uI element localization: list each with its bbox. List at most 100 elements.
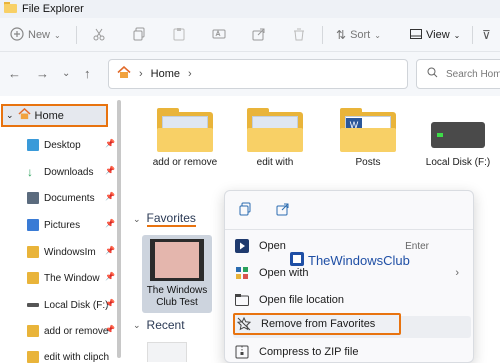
open-with-icon <box>233 266 251 280</box>
favorites-header: Favorites <box>146 211 196 227</box>
pin-icon: 📌 <box>105 246 115 255</box>
plus-circle-icon <box>10 26 24 44</box>
play-icon <box>233 239 251 253</box>
cut-button[interactable] <box>92 18 106 52</box>
rename-icon <box>212 27 226 44</box>
sidebar-item-thewindow[interactable]: The Window 📌 <box>27 268 115 288</box>
watermark: TheWindowsClub <box>290 252 410 269</box>
divider <box>472 26 473 44</box>
menu-item-open-file-location[interactable]: Open file location <box>233 289 471 311</box>
folder-icon <box>233 294 251 306</box>
home-icon <box>117 65 131 82</box>
paste-button[interactable] <box>172 18 186 52</box>
sort-label: Sort <box>350 29 371 41</box>
copy-button[interactable] <box>132 18 146 52</box>
sidebar-item-label: Documents <box>44 192 95 204</box>
sidebar-item-label: Home <box>34 109 64 122</box>
folder-icon <box>157 108 213 152</box>
favorites-section-header[interactable]: ⌄ Favorites <box>133 211 196 227</box>
recent-section-header[interactable]: ⌄ Recent <box>133 318 185 332</box>
document-icon <box>27 192 39 204</box>
quick-access-label: Posts <box>355 157 381 168</box>
sort-icon: ⇅ <box>336 28 347 42</box>
sidebar-item-label: WindowsIm <box>44 246 96 258</box>
pin-icon: 📌 <box>105 299 115 308</box>
chevron-down-icon: ⌄ <box>133 319 141 330</box>
sidebar-item-windowsim[interactable]: WindowsIm 📌 <box>27 242 115 262</box>
chevron-down-icon: ⌄ <box>133 213 141 224</box>
chevron-down-icon: ⌄ <box>374 30 381 40</box>
copy-button[interactable] <box>233 199 257 221</box>
up-arrow-icon[interactable]: ↑ <box>84 66 91 81</box>
quick-access-label: edit with <box>256 157 294 168</box>
pin-icon: 📌 <box>105 272 115 281</box>
sidebar-item-downloads[interactable]: ↓ Downloads 📌 <box>27 162 115 182</box>
sidebar-item-label: Desktop <box>44 139 81 151</box>
video-thumbnail-icon <box>150 239 204 281</box>
scissors-icon <box>92 27 106 44</box>
back-arrow-icon[interactable]: ← <box>8 66 21 81</box>
folder-icon <box>27 246 39 258</box>
menu-item-remove-from-favorites[interactable]: Remove from Favorites <box>233 313 401 335</box>
context-menu: Open Enter Open with › Open file locatio… <box>224 190 474 363</box>
rename-button[interactable] <box>212 18 226 52</box>
recent-file-thumbnail[interactable] <box>147 342 187 362</box>
filter-icon: ⊽ <box>482 28 491 42</box>
divider <box>225 229 473 230</box>
quick-access-label: Local Disk (F:) <box>425 157 491 168</box>
chevron-down-icon: ⌄ <box>453 30 461 40</box>
sidebar-item-pictures[interactable]: Pictures 📌 <box>27 215 115 235</box>
address-bar[interactable]: › Home › <box>108 59 408 89</box>
title-bar: File Explorer <box>0 0 500 18</box>
sidebar-item-edit-with[interactable]: edit with clipch <box>27 347 115 363</box>
desktop-icon <box>27 139 39 151</box>
navigation-pane: ⌄ Home Desktop 📌 ↓ Downloads 📌 Documents… <box>0 96 125 363</box>
search-icon <box>427 67 438 81</box>
share-button[interactable] <box>252 18 266 52</box>
favorite-item-label: The Windows Club Test <box>146 285 208 308</box>
filter-button[interactable]: ⊽ <box>482 18 491 52</box>
folder-icon <box>27 325 39 337</box>
menu-item-accelerator: Enter <box>405 240 429 252</box>
sidebar-scrollbar[interactable] <box>117 100 121 358</box>
favorite-item[interactable]: The Windows Club Test <box>142 235 212 313</box>
share-button[interactable] <box>271 199 295 221</box>
breadcrumb-separator-icon: › <box>139 68 143 80</box>
menu-item-compress-zip[interactable]: Compress to ZIP file <box>233 341 471 363</box>
new-button[interactable]: New ⌄ <box>10 18 61 52</box>
folder-icon <box>27 272 39 284</box>
menu-item-label: Remove from Favorites <box>261 318 376 330</box>
breadcrumb-home[interactable]: Home <box>151 68 180 80</box>
divider <box>322 26 323 44</box>
sidebar-item-local-disk[interactable]: Local Disk (F:) 📌 <box>27 295 115 315</box>
chevron-down-icon[interactable]: ⌄ <box>62 68 70 79</box>
sidebar-item-documents[interactable]: Documents 📌 <box>27 188 115 208</box>
chevron-right-icon: › <box>455 267 459 279</box>
sort-button[interactable]: ⇅ Sort ⌄ <box>336 18 381 52</box>
window-title: File Explorer <box>22 3 84 15</box>
sidebar-item-label: edit with clipch <box>44 351 110 363</box>
copy-icon <box>238 202 252 219</box>
sidebar-item-label: Downloads <box>44 166 94 178</box>
chevron-down-icon: ⌄ <box>54 30 61 40</box>
drive-icon <box>27 303 39 307</box>
sidebar-item-home[interactable]: ⌄ Home <box>1 104 108 127</box>
sidebar-item-desktop[interactable]: Desktop 📌 <box>27 135 115 155</box>
brand-logo-icon <box>290 252 304 269</box>
sidebar-item-add-or-remove[interactable]: add or remove 📌 <box>27 321 115 341</box>
unstar-icon <box>235 317 253 331</box>
breadcrumb-separator-icon: › <box>188 68 192 80</box>
sidebar-item-label: The Window <box>44 272 100 284</box>
zip-icon <box>233 345 251 359</box>
search-box[interactable]: Search Hom <box>416 59 500 89</box>
pin-icon: 📌 <box>105 139 115 148</box>
view-button[interactable]: View ⌄ <box>410 18 460 52</box>
watermark-text: TheWindowsClub <box>308 253 410 268</box>
forward-arrow-icon[interactable]: → <box>36 66 49 81</box>
sidebar-item-label: Local Disk (F:) <box>44 299 109 311</box>
pin-icon: 📌 <box>105 219 115 228</box>
view-icon <box>410 28 422 42</box>
folder-icon <box>27 351 39 363</box>
divider <box>76 26 77 44</box>
delete-button[interactable] <box>292 18 306 52</box>
